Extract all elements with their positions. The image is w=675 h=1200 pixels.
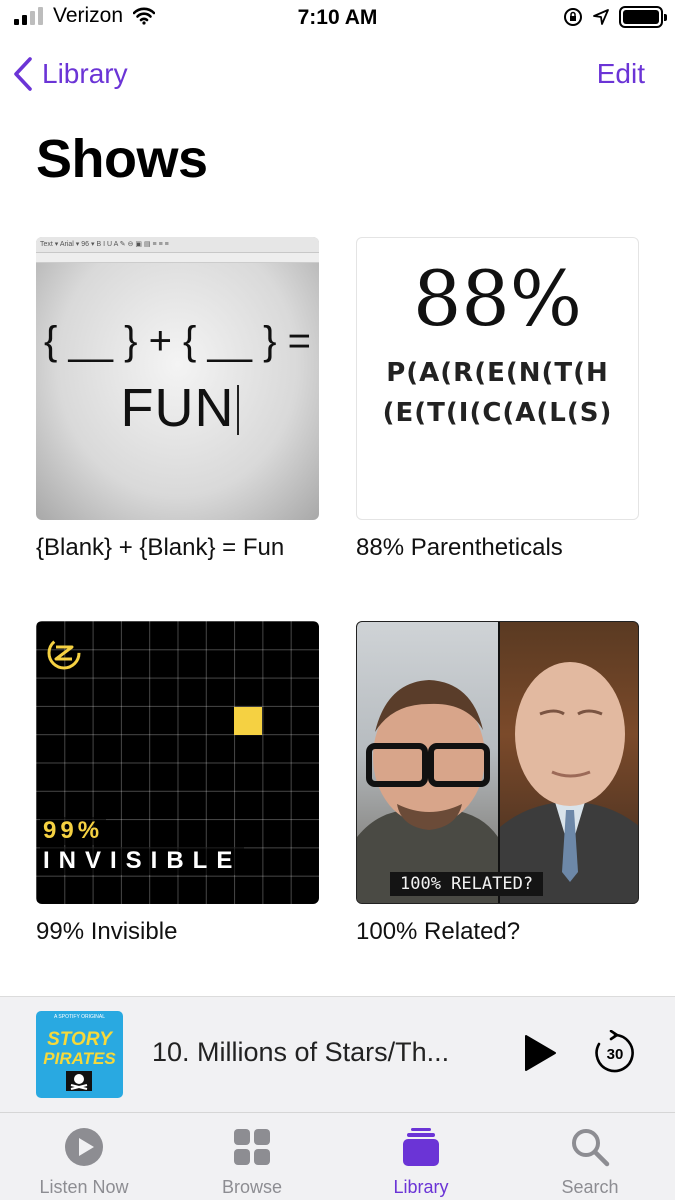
artwork-top-text: A SPOTIFY ORIGINAL xyxy=(53,1014,106,1020)
skip-forward-30-icon[interactable]: 30 xyxy=(593,1030,637,1074)
artwork-right-photo xyxy=(500,622,638,903)
artwork-line-1: STORY xyxy=(47,1029,112,1050)
now-playing-title[interactable]: 10. Millions of Stars/Th... xyxy=(152,1037,449,1068)
edit-button[interactable]: Edit xyxy=(597,58,645,90)
artwork-toolbar-text: Text ▾ Arial ▾ 96 ▾ B I U A ✎ ⊖ ▣ ▤ ≡ ≡ … xyxy=(36,237,319,253)
show-title[interactable]: {Blank} + {Blank} = Fun xyxy=(36,534,319,562)
artwork-percent: 88% xyxy=(413,254,582,343)
status-bar: Verizon 7:10 AM xyxy=(0,0,675,38)
tab-label: Listen Now xyxy=(39,1177,129,1197)
library-stack-icon xyxy=(403,1128,439,1166)
artwork-line-2: INVISIBLE xyxy=(40,847,245,875)
show-title[interactable]: 99% Invisible xyxy=(36,918,319,946)
show-title[interactable]: 100% Related? xyxy=(356,918,639,946)
artwork-word: FUN xyxy=(120,378,235,438)
skip-seconds-label: 30 xyxy=(607,1046,624,1063)
rotation-lock-icon xyxy=(564,8,582,26)
artwork-line-1: P(A(R(E(N(T(H xyxy=(386,358,609,388)
show-artwork[interactable]: 100% RELATED? xyxy=(356,621,639,904)
show-tile-88-parentheticals[interactable]: 88% P(A(R(E(N(T(H (E(T(I(C(A(L(S) 88% Pa… xyxy=(356,237,639,562)
play-icon[interactable] xyxy=(522,1033,558,1073)
chevron-left-icon xyxy=(14,57,32,91)
search-icon xyxy=(572,1129,610,1167)
status-icons xyxy=(563,6,667,28)
play-circle-icon xyxy=(65,1128,103,1166)
artwork-yellow-square xyxy=(234,707,262,735)
show-artwork[interactable]: 99% INVISIBLE xyxy=(36,621,319,904)
man-suit-portrait xyxy=(500,662,638,903)
now-playing-artwork[interactable]: A SPOTIFY ORIGINAL STORY PIRATES xyxy=(36,1011,123,1098)
man-glasses-portrait xyxy=(357,680,498,903)
battery-icon xyxy=(619,6,667,28)
show-tile-99-invisible[interactable]: 99% INVISIBLE 99% Invisible xyxy=(36,621,319,946)
show-tile-blank-plus-blank[interactable]: Text ▾ Arial ▾ 96 ▾ B I U A ✎ ⊖ ▣ ▤ ≡ ≡ … xyxy=(36,237,319,562)
tab-label: Browse xyxy=(221,1177,283,1197)
radiotopia-logo-icon xyxy=(47,636,81,670)
tab-bar: Listen Now Browse Library Search xyxy=(0,1112,675,1200)
show-artwork[interactable]: 88% P(A(R(E(N(T(H (E(T(I(C(A(L(S) xyxy=(356,237,639,520)
artwork-line-2: PIRATES xyxy=(43,1049,116,1068)
tab-label: Library xyxy=(393,1177,449,1197)
page-title: Shows xyxy=(36,129,208,189)
pirate-flag-icon xyxy=(66,1071,92,1091)
back-button[interactable]: Library xyxy=(12,56,128,92)
tab-library[interactable]: Library xyxy=(337,1113,505,1200)
text-cursor xyxy=(237,385,239,435)
tab-label: Search xyxy=(561,1177,619,1197)
tab-listen-now[interactable]: Listen Now xyxy=(0,1113,168,1200)
show-title[interactable]: 88% Parentheticals xyxy=(356,534,639,562)
artwork-left-photo xyxy=(357,622,498,903)
tab-search[interactable]: Search xyxy=(506,1113,674,1200)
location-icon xyxy=(593,9,609,25)
tab-browse[interactable]: Browse xyxy=(168,1113,336,1200)
artwork-ruler xyxy=(36,253,319,263)
mini-player[interactable]: A SPOTIFY ORIGINAL STORY PIRATES 10. Mil… xyxy=(0,996,675,1112)
grid-icon xyxy=(234,1129,270,1165)
back-label: Library xyxy=(42,58,128,89)
show-tile-100-related[interactable]: 100% RELATED? 100% Related? xyxy=(356,621,639,946)
artwork-equation: { __ } + { __ } = xyxy=(44,319,311,363)
show-artwork[interactable]: Text ▾ Arial ▾ 96 ▾ B I U A ✎ ⊖ ▣ ▤ ≡ ≡ … xyxy=(36,237,319,520)
artwork-caption: 100% RELATED? xyxy=(390,872,544,896)
artwork-line-2: (E(T(I(C(A(L(S) xyxy=(382,398,613,428)
artwork-line-1: 99% xyxy=(40,817,107,845)
